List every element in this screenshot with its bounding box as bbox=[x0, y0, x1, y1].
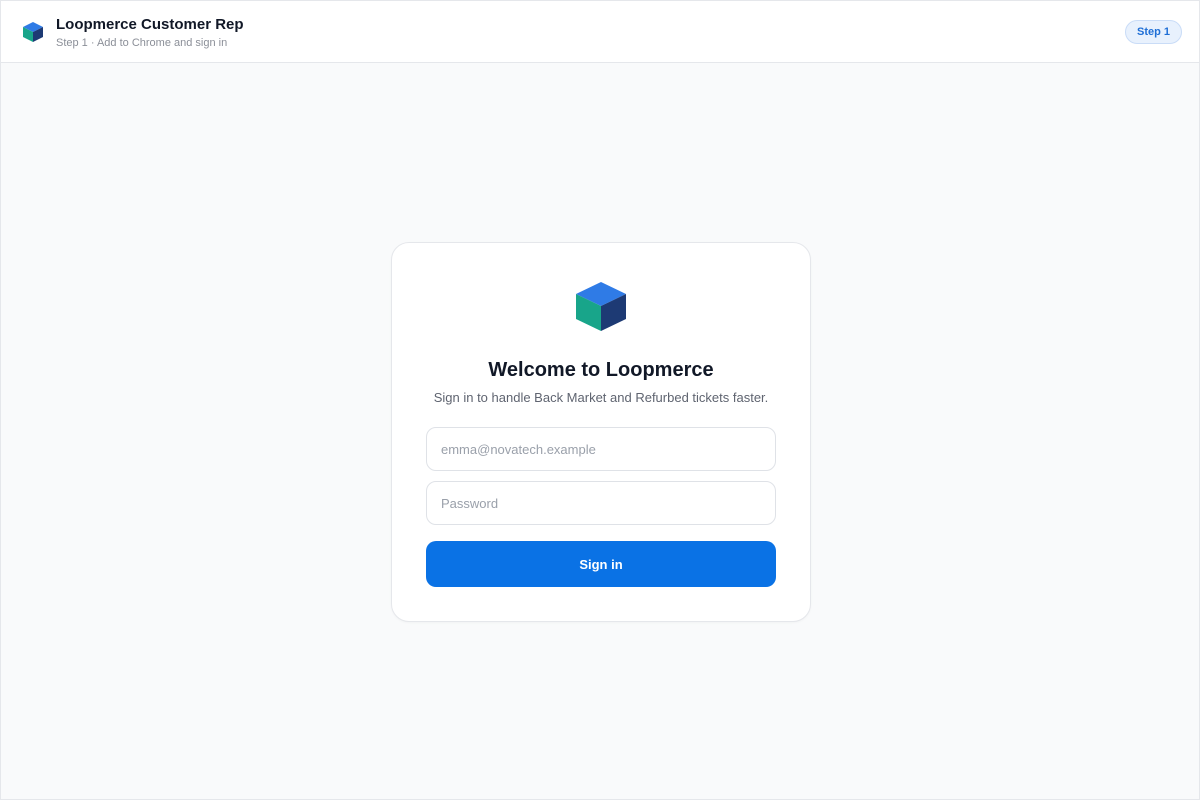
sign-in-button[interactable]: Sign in bbox=[426, 541, 776, 587]
app-window: Loopmerce Customer Rep Step 1 · Add to C… bbox=[0, 0, 1200, 800]
password-field[interactable] bbox=[426, 481, 776, 525]
email-field[interactable] bbox=[426, 427, 776, 471]
cube-logo-icon bbox=[575, 281, 627, 333]
login-card: Welcome to Loopmerce Sign in to handle B… bbox=[391, 242, 811, 622]
header-text: Loopmerce Customer Rep Step 1 · Add to C… bbox=[56, 16, 244, 50]
cube-logo-icon bbox=[21, 20, 45, 44]
app-title: Loopmerce Customer Rep bbox=[56, 16, 244, 33]
welcome-title: Welcome to Loopmerce bbox=[488, 359, 714, 381]
top-header: Loopmerce Customer Rep Step 1 · Add to C… bbox=[1, 1, 1199, 63]
welcome-subtitle: Sign in to handle Back Market and Refurb… bbox=[433, 390, 769, 405]
step-badge: Step 1 bbox=[1124, 20, 1182, 44]
app-subtitle: Step 1 · Add to Chrome and sign in bbox=[56, 37, 228, 49]
